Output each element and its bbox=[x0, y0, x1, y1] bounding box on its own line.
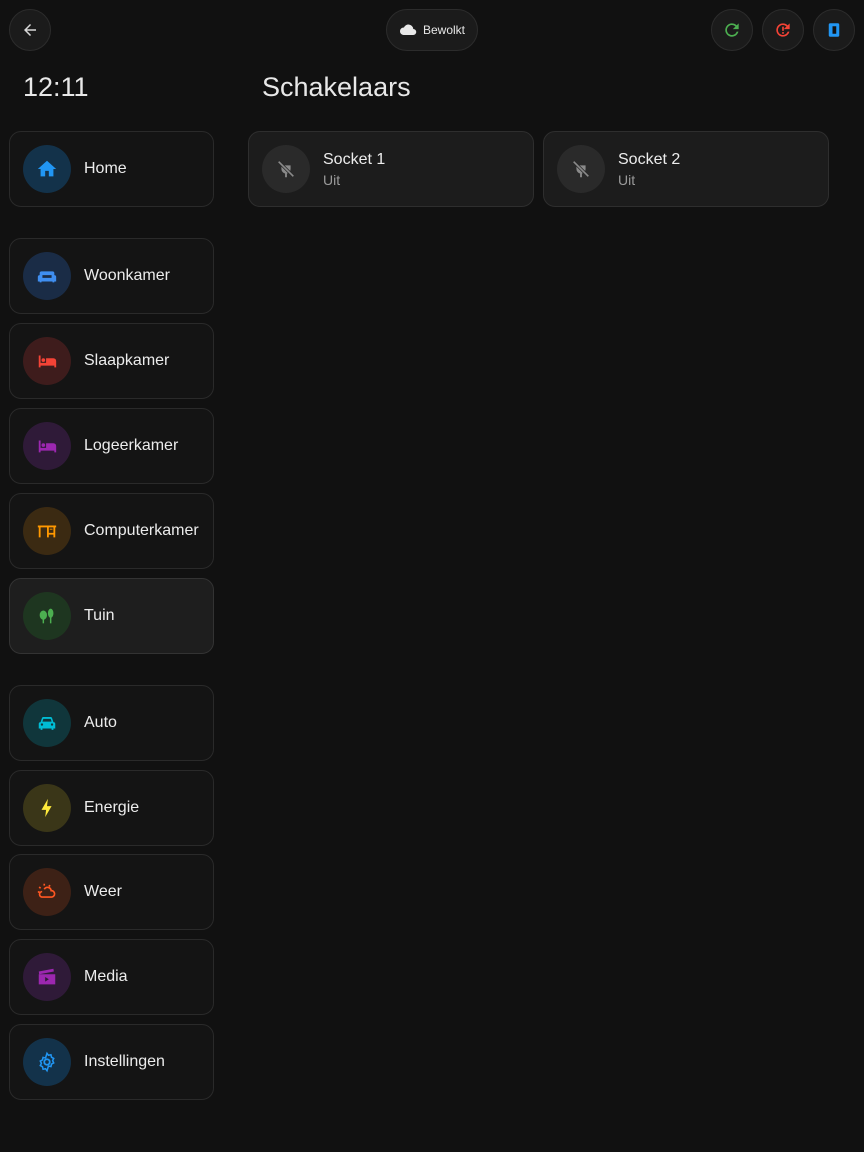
nav-item-home[interactable]: Home bbox=[9, 131, 214, 207]
nav-item-label: Media bbox=[84, 968, 128, 985]
alert-restart-icon bbox=[776, 23, 790, 37]
car-icon bbox=[23, 699, 71, 747]
back-button[interactable] bbox=[9, 9, 51, 51]
nav-item-woonkamer[interactable]: Woonkamer bbox=[9, 238, 214, 314]
sidebar-icon bbox=[828, 23, 840, 37]
sidebar-toggle-button[interactable] bbox=[813, 9, 855, 51]
refresh-button[interactable] bbox=[711, 9, 753, 51]
nav-item-auto[interactable]: Auto bbox=[9, 685, 214, 761]
arrow-left-icon bbox=[24, 24, 36, 36]
switch-state: Uit bbox=[618, 171, 636, 188]
nav-item-label: Woonkamer bbox=[84, 267, 170, 284]
home-icon bbox=[23, 145, 71, 193]
weather-sunset-icon bbox=[23, 868, 71, 916]
switch-name: Socket 1 bbox=[323, 150, 386, 168]
lightning-icon bbox=[23, 784, 71, 832]
restart-button[interactable] bbox=[762, 9, 804, 51]
bed-icon bbox=[23, 422, 71, 470]
switch-name: Socket 2 bbox=[618, 150, 681, 168]
switch-tile-socket-2[interactable]: Socket 2 Uit bbox=[543, 131, 829, 207]
nav-item-slaapkamer[interactable]: Slaapkamer bbox=[9, 323, 214, 399]
cloud-icon bbox=[399, 24, 417, 35]
desk-icon bbox=[23, 507, 71, 555]
nav-item-energie[interactable]: Energie bbox=[9, 770, 214, 846]
nav-item-logeerkamer[interactable]: Logeerkamer bbox=[9, 408, 214, 484]
weather-chip[interactable]: Bewolkt bbox=[386, 9, 478, 51]
clock: 12:11 bbox=[23, 72, 89, 102]
gear-icon bbox=[23, 1038, 71, 1086]
nav-item-label: Energie bbox=[84, 799, 140, 816]
refresh-icon bbox=[725, 23, 739, 37]
tree-icon bbox=[23, 592, 71, 640]
nav-item-label: Instellingen bbox=[84, 1053, 165, 1070]
weather-label: Bewolkt bbox=[422, 23, 466, 37]
power-plug-off-icon[interactable] bbox=[557, 145, 605, 193]
nav-item-computerkamer[interactable]: Computerkamer bbox=[9, 493, 214, 569]
nav-item-label: Tuin bbox=[84, 607, 115, 624]
page-title: Schakelaars bbox=[262, 72, 411, 102]
nav-item-label: Logeerkamer bbox=[84, 437, 179, 454]
nav-item-label: Slaapkamer bbox=[84, 352, 170, 369]
nav-item-tuin[interactable]: Tuin bbox=[9, 578, 214, 654]
switch-state: Uit bbox=[323, 171, 341, 188]
sofa-icon bbox=[23, 252, 71, 300]
nav-item-label: Computerkamer bbox=[84, 522, 199, 539]
bed-icon bbox=[23, 337, 71, 385]
switch-tile-socket-1[interactable]: Socket 1 Uit bbox=[248, 131, 534, 207]
nav-item-weer[interactable]: Weer bbox=[9, 854, 214, 930]
power-plug-off-icon[interactable] bbox=[262, 145, 310, 193]
nav-item-label: Weer bbox=[84, 883, 122, 900]
nav-item-media[interactable]: Media bbox=[9, 939, 214, 1015]
nav-item-label: Auto bbox=[84, 714, 117, 731]
movie-icon bbox=[23, 953, 71, 1001]
nav-item-label: Home bbox=[84, 160, 127, 177]
nav-item-instellingen[interactable]: Instellingen bbox=[9, 1024, 214, 1100]
